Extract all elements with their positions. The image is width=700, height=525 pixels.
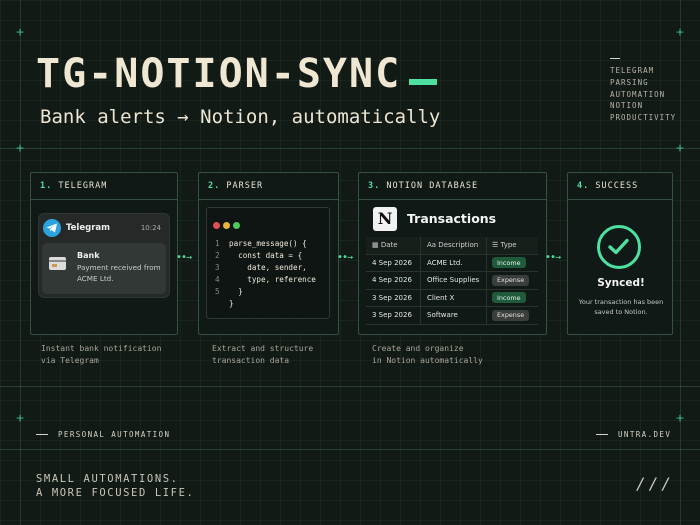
cell-date: 3 Sep 2026	[372, 293, 412, 302]
table-header-row: ▦ Date Aa Description ☰ Type	[366, 237, 538, 255]
notification-time: 10:24	[140, 224, 161, 232]
column-header-type[interactable]: ☰ Type	[486, 237, 538, 254]
type-badge: Income	[492, 257, 526, 269]
divider-line	[0, 148, 700, 149]
page-subtitle: Bank alerts → Notion, automatically	[40, 106, 441, 128]
message-sender: Bank	[77, 251, 100, 260]
stage-header: 3. NOTION DATABASE	[359, 173, 546, 200]
cell-date: 4 Sep 2026	[372, 276, 412, 285]
table-row[interactable]: 4 Sep 2026 ACME Ltd. Income	[366, 254, 538, 272]
tag-item: NOTION	[610, 101, 644, 111]
success-title: Synced!	[597, 277, 645, 289]
footer-site-link[interactable]: UNTRA.DEV	[596, 430, 671, 439]
stage-header: 4. SUCCESS	[568, 173, 672, 200]
type-badge: Income	[492, 292, 526, 304]
telegram-notification[interactable]: Telegram 10:24 Bank Payment received fro…	[38, 213, 170, 298]
stage-header: 1. TELEGRAM	[31, 173, 177, 200]
tag-item: PRODUCTIVITY	[610, 113, 677, 123]
code-line: 2 const data = {	[215, 251, 303, 260]
stage-success: 4. SUCCESS Synced! Your transaction has …	[567, 172, 673, 335]
cell-type: Expense	[486, 307, 538, 324]
check-circle-icon	[597, 225, 641, 269]
divider-line	[0, 386, 700, 387]
cell-description: ACME Ltd.	[420, 254, 486, 271]
type-badge: Expense	[492, 309, 530, 321]
transactions-table: ▦ Date Aa Description ☰ Type 4 Sep 2026 …	[366, 237, 538, 325]
cell-type: Income	[486, 254, 538, 271]
plus-marker-icon: +	[15, 25, 25, 39]
cell-date: 4 Sep 2026	[372, 258, 412, 267]
footer-label: PERSONAL AUTOMATION	[36, 430, 170, 439]
cell-date: 3 Sep 2026	[372, 311, 412, 320]
calendar-icon: ▦	[372, 241, 379, 250]
tag-item: PARSING	[610, 77, 649, 87]
plus-marker-icon: +	[675, 411, 685, 425]
tag-list: TELEGRAM PARSING AUTOMATION NOTION PRODU…	[610, 58, 676, 124]
stage-header: 2. PARSER	[199, 173, 338, 200]
flow-arrow-icon: ••→	[337, 252, 353, 263]
page-title: TG-NOTION-SYNC	[36, 50, 438, 98]
tag-item: TELEGRAM	[610, 66, 655, 75]
type-badge: Expense	[492, 274, 530, 286]
code-line: 5 }	[215, 287, 243, 296]
code-block: 1 parse_message() { 2 const data = { 3 date…	[215, 238, 316, 310]
divider-line	[0, 449, 700, 450]
telegram-icon	[43, 219, 61, 237]
cell-description: Client X	[420, 289, 486, 306]
divider-line	[680, 0, 681, 525]
tag-item: AUTOMATION	[610, 89, 666, 99]
stage-caption: Extract and structure transaction data	[212, 344, 314, 365]
cell-type: Income	[486, 289, 538, 306]
column-header-date[interactable]: ▦ Date	[366, 241, 420, 249]
cell-description: Software	[420, 307, 486, 324]
plus-marker-icon: +	[675, 141, 685, 155]
notion-logo-icon: N	[373, 207, 397, 231]
close-dot-icon	[213, 222, 220, 229]
code-line: 4 type, reference	[215, 275, 316, 284]
message-bubble[interactable]: Bank Payment received from ACME Ltd.	[42, 243, 166, 294]
flow-arrow-icon: ••→	[545, 252, 561, 263]
code-line: 1 parse_message() {	[215, 239, 307, 248]
stage-telegram: 1. TELEGRAM Telegram 10:24 Bank Payment …	[30, 172, 178, 335]
code-editor: 1 parse_message() { 2 const data = { 3 date…	[206, 207, 330, 319]
footer-tagline: SMALL AUTOMATIONS. A MORE FOCUSED LIFE.	[36, 473, 195, 499]
cell-type: Expense	[486, 272, 538, 289]
maximize-dot-icon	[233, 222, 240, 229]
stage-caption: Create and organize in Notion automatica…	[372, 344, 483, 365]
cursor-block	[409, 79, 438, 85]
minimize-dot-icon	[223, 222, 230, 229]
database-title: Transactions	[407, 211, 497, 226]
cell-description: Office Supplies	[420, 272, 486, 289]
bank-card-icon	[49, 257, 66, 270]
code-line: 3 date, sender,	[215, 263, 307, 272]
flow-arrow-icon: ••→	[176, 252, 192, 263]
stage-notion: 3. NOTION DATABASE N Transactions ▦ Date…	[358, 172, 547, 335]
table-row[interactable]: 4 Sep 2026 Office Supplies Expense	[366, 272, 538, 290]
table-row[interactable]: 3 Sep 2026 Software Expense	[366, 307, 538, 325]
stage-parser: 2. PARSER 1 parse_message() { 2 const data…	[198, 172, 339, 335]
divider-line	[20, 0, 21, 525]
code-line: }	[229, 299, 234, 308]
plus-marker-icon: +	[15, 411, 25, 425]
slash-mark: ///	[636, 474, 674, 493]
message-text: Payment received from ACME Ltd.	[77, 263, 161, 283]
window-controls	[213, 214, 243, 233]
table-row[interactable]: 3 Sep 2026 Client X Income	[366, 289, 538, 307]
stage-caption: Instant bank notification via Telegram	[41, 344, 162, 365]
plus-marker-icon: +	[15, 141, 25, 155]
column-header-description[interactable]: Aa Description	[420, 237, 486, 254]
success-message: Your transaction has been saved to Notio…	[578, 298, 664, 316]
telegram-app-name: Telegram	[66, 223, 110, 233]
list-icon: ☰	[492, 241, 499, 250]
plus-marker-icon: +	[675, 25, 685, 39]
tag-dash	[610, 58, 620, 59]
